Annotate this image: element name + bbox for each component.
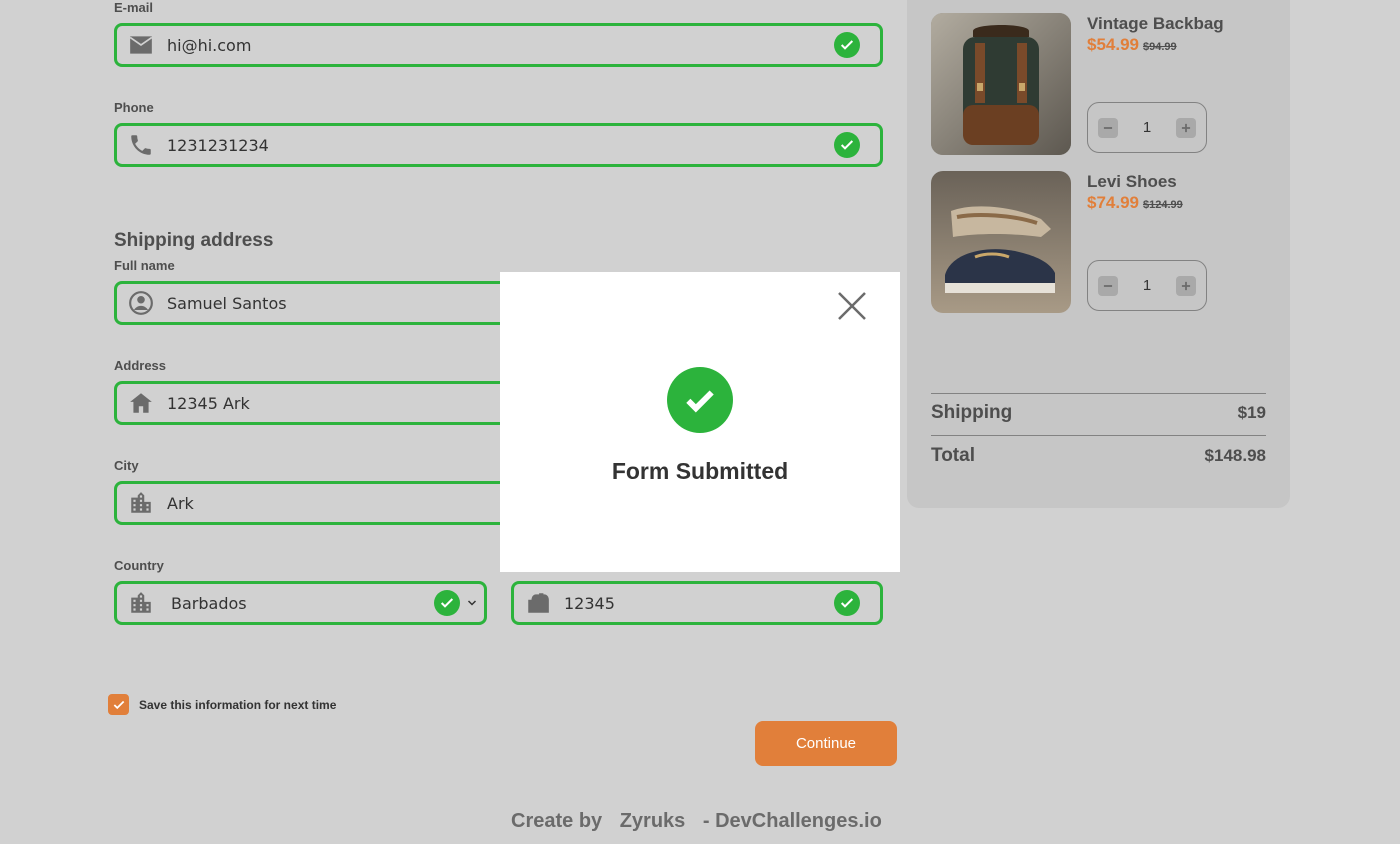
quantity-stepper: 1 — [1087, 102, 1207, 153]
mail-icon — [117, 26, 165, 64]
country-select[interactable]: Barbados — [114, 581, 487, 625]
phone-value[interactable]: 1231231234 — [165, 136, 834, 155]
email-label: E-mail — [114, 0, 154, 15]
footer-site-link[interactable]: - DevChallenges.io — [703, 810, 882, 832]
valid-check-icon — [834, 132, 860, 158]
total-label: Total — [931, 445, 975, 466]
divider — [931, 393, 1266, 394]
divider — [931, 435, 1266, 436]
product-name: Levi Shoes — [1087, 172, 1177, 191]
shoes-image — [931, 171, 1071, 313]
user-icon — [117, 284, 165, 322]
valid-check-icon — [434, 590, 460, 616]
success-modal: Form Submitted — [500, 272, 900, 572]
quantity-stepper: 1 — [1087, 260, 1207, 311]
full-name-label: Full name — [114, 258, 175, 273]
product-price: $74.99 $124.99 — [1087, 193, 1183, 213]
city-icon — [117, 484, 165, 522]
footer: Create by Zyruks - DevChallenges.io — [511, 810, 894, 833]
email-field[interactable]: hi@hi.com — [114, 23, 883, 67]
shipping-value: $19 — [1237, 403, 1266, 422]
cart-item: Vintage Backbag $54.99 $94.99 1 — [931, 13, 1267, 155]
valid-check-icon — [834, 590, 860, 616]
cart-item: Levi Shoes $74.99 $124.99 1 — [931, 171, 1267, 313]
product-name: Vintage Backbag — [1087, 14, 1224, 33]
phone-icon — [117, 126, 165, 164]
country-value[interactable]: Barbados — [165, 594, 434, 613]
save-info-checkbox[interactable] — [108, 694, 129, 715]
quantity-value: 1 — [1142, 277, 1152, 294]
old-price: $94.99 — [1143, 41, 1177, 53]
postal-code-value[interactable]: 12345 — [562, 594, 834, 613]
total-value: $148.98 — [1204, 446, 1266, 465]
current-price: $54.99 — [1087, 35, 1139, 54]
footer-prefix: Create by — [511, 810, 603, 832]
minus-icon[interactable] — [1098, 275, 1118, 296]
shipping-title: Shipping address — [114, 230, 274, 251]
footer-author-link[interactable]: Zyruks — [620, 810, 686, 832]
old-price: $124.99 — [1143, 199, 1183, 211]
valid-check-icon — [834, 32, 860, 58]
plus-icon[interactable] — [1176, 117, 1196, 138]
city-label: City — [114, 458, 139, 473]
mailbox-icon — [514, 584, 562, 622]
save-info-label: Save this information for next time — [139, 697, 337, 712]
home-icon — [117, 384, 165, 422]
current-price: $74.99 — [1087, 193, 1139, 212]
cart-panel: Vintage Backbag $54.99 $94.99 1 Levi Sho… — [907, 0, 1290, 508]
shipping-label: Shipping — [931, 402, 1013, 423]
close-icon[interactable] — [836, 290, 868, 322]
backpack-image — [931, 13, 1071, 155]
chevron-down-icon[interactable] — [466, 597, 478, 609]
country-label: Country — [114, 558, 164, 573]
postal-code-field[interactable]: 12345 — [511, 581, 883, 625]
continue-button[interactable]: Continue — [755, 721, 897, 766]
shipping-row: Shipping $19 — [931, 402, 1266, 424]
address-label: Address — [114, 358, 167, 373]
plus-icon[interactable] — [1176, 275, 1196, 296]
total-row: Total $148.98 — [931, 445, 1266, 467]
minus-icon[interactable] — [1098, 117, 1118, 138]
product-price: $54.99 $94.99 — [1087, 35, 1177, 55]
modal-message: Form Submitted — [611, 458, 789, 484]
city-icon — [117, 584, 165, 622]
quantity-value: 1 — [1142, 119, 1152, 136]
email-value[interactable]: hi@hi.com — [165, 36, 834, 55]
phone-field[interactable]: 1231231234 — [114, 123, 883, 167]
success-check-icon — [667, 367, 733, 433]
save-info-row[interactable]: Save this information for next time — [108, 694, 336, 715]
phone-label: Phone — [114, 100, 154, 115]
